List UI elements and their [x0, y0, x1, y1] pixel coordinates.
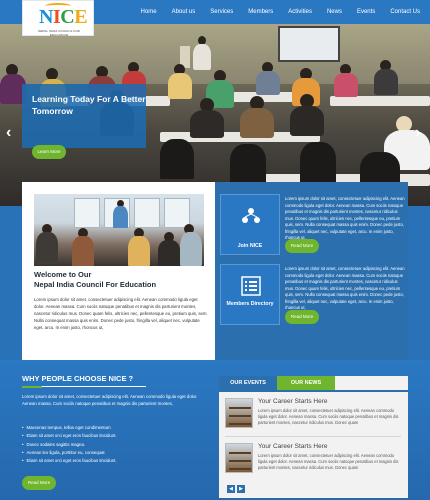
student-body	[180, 232, 202, 266]
event-desc: Lorem ipsum dolor sit amet, consectetuer…	[258, 408, 399, 425]
audience-body	[240, 108, 274, 138]
nav-about[interactable]: About us	[172, 9, 196, 15]
event-thumbnail	[225, 398, 253, 428]
logo-word: NICE	[39, 6, 88, 28]
welcome-card: Welcome to Our Nepal India Council For E…	[22, 182, 215, 360]
logo-tagline: NEPAL INDIA COUNCIL FOR EDUCATION	[38, 29, 80, 37]
hero-caption-box: Learning Today For A Better Tomorrow	[22, 84, 146, 148]
site-logo[interactable]: NICE NEPAL INDIA COUNCIL FOR EDUCATION	[22, 0, 94, 37]
student-body	[72, 236, 94, 266]
why-list-item: Etiam sit amet orci eget eros faucibus t…	[22, 432, 117, 440]
tab-our-events[interactable]: OUR EVENTS	[219, 376, 277, 390]
members-directory-tile[interactable]: Members Directory	[220, 264, 280, 325]
window	[134, 198, 160, 228]
why-list-item: Donec sodales sagittis magna.	[22, 441, 117, 449]
event-desc: Lorem ipsum dolor sit amet, consectetuer…	[258, 453, 399, 470]
shelf	[229, 415, 251, 417]
welcome-heading-line2: Nepal India Council For Education	[34, 280, 157, 289]
nav-news[interactable]: News	[327, 9, 342, 15]
join-read-more-button[interactable]: Read More	[285, 239, 319, 253]
hero-learn-more-button[interactable]: Learn More	[32, 145, 66, 159]
join-nice-text: Lorem ipsum dolor sit amet, consectetuer…	[285, 196, 405, 240]
welcome-heading-line1: Welcome to Our	[34, 270, 92, 279]
student-body	[128, 236, 150, 266]
chair	[160, 139, 194, 179]
event-thumbnail	[225, 443, 253, 473]
shelf	[229, 460, 251, 462]
event-title[interactable]: Your Career Starts Here	[258, 443, 328, 450]
welcome-text: Lorem ipsum dolor sit amet, consectetuer…	[34, 297, 208, 330]
audience-body	[374, 69, 398, 95]
why-read-more-button[interactable]: Read More	[22, 476, 56, 490]
pager-prev-button[interactable]: ◀	[227, 485, 235, 493]
join-nice-label: Join NICE	[237, 243, 263, 249]
pager-next-button[interactable]: ▶	[237, 485, 245, 493]
members-directory-text: Lorem ipsum dolor sit amet, consectetuer…	[285, 266, 405, 310]
hero-title: Learning Today For A Better Tomorrow	[32, 94, 146, 116]
student-body	[36, 232, 58, 262]
shelf	[229, 452, 251, 454]
shelf	[229, 468, 251, 470]
event-separator	[225, 436, 401, 437]
audience-body	[168, 73, 192, 99]
slider-prev-arrow[interactable]: ‹	[6, 124, 11, 142]
projection-screen	[278, 26, 340, 62]
nav-activities[interactable]: Activities	[288, 9, 312, 15]
chair	[230, 144, 266, 184]
nav-contact[interactable]: Contact Us	[390, 9, 420, 15]
why-list-item: Aenean leo ligula, porttitor eu, consequ…	[22, 449, 117, 457]
join-nice-tile[interactable]: Join NICE	[220, 194, 280, 255]
nav-home[interactable]: Home	[141, 9, 157, 15]
hero-table	[330, 96, 430, 106]
student-body	[158, 240, 180, 266]
shelf	[229, 407, 251, 409]
why-list-item: Etiam sit amet orci eget eros faucibus t…	[22, 457, 117, 465]
list-icon	[241, 276, 261, 296]
audience-body	[190, 110, 224, 138]
members-directory-label: Members Directory	[226, 301, 274, 307]
why-list-item: Maecenas tempus, tellus eget condimentum	[22, 424, 117, 432]
why-list: Maecenas tempus, tellus eget condimentum…	[22, 424, 117, 465]
teacher-body	[113, 206, 128, 228]
slider-next-arrow[interactable]: ›	[415, 124, 420, 142]
welcome-heading: Welcome to Our Nepal India Council For E…	[34, 270, 156, 290]
audience-body	[290, 106, 324, 136]
event-title[interactable]: Your Career Starts Here	[258, 398, 328, 405]
main-nav: Home About us Services Members Activitie…	[126, 0, 420, 24]
shelf	[229, 423, 251, 425]
nav-services[interactable]: Services	[210, 9, 233, 15]
group-icon	[242, 208, 260, 223]
members-read-more-button[interactable]: Read More	[285, 310, 319, 324]
quick-links-panel: Join NICE Lorem ipsum dolor sit amet, co…	[215, 182, 408, 360]
why-text: Lorem ipsum dolor sit amet, consectetuer…	[22, 394, 198, 406]
tabs-underline	[219, 390, 408, 392]
event-item[interactable]: Your Career Starts Here Lorem ipsum dolo…	[225, 398, 405, 434]
chair	[300, 142, 336, 184]
event-item[interactable]: Your Career Starts Here Lorem ipsum dolo…	[225, 443, 405, 479]
presenter-body	[193, 44, 211, 70]
classroom-image	[34, 194, 204, 266]
events-news-box	[219, 376, 408, 498]
why-title: WHY PEOPLE CHOOSE NICE ?	[22, 374, 134, 383]
tab-our-news[interactable]: OUR NEWS	[277, 376, 335, 390]
window	[74, 198, 100, 228]
audience-body	[256, 71, 280, 95]
nav-members[interactable]: Members	[248, 9, 273, 15]
nav-events[interactable]: Events	[357, 9, 375, 15]
why-divider-accent	[22, 386, 42, 388]
audience-body	[334, 73, 358, 97]
